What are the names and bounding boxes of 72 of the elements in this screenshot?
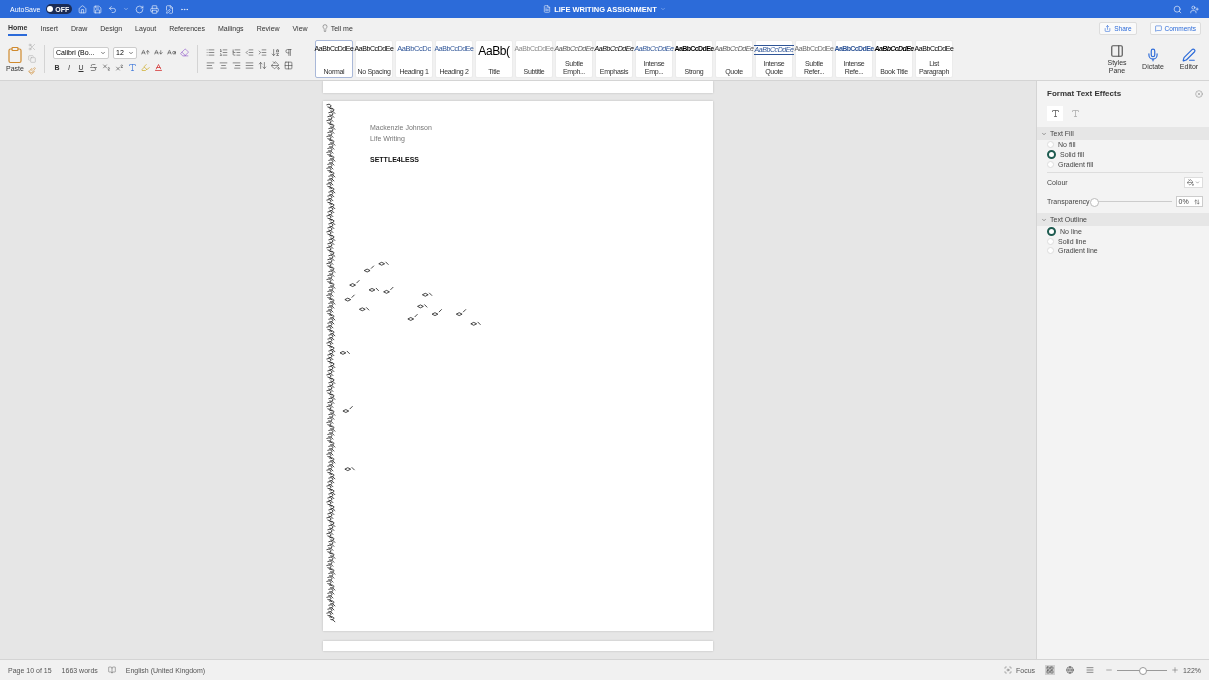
colour-picker[interactable] xyxy=(1184,177,1203,188)
edit-document-icon[interactable] xyxy=(165,4,175,14)
align-center-icon[interactable] xyxy=(219,61,228,70)
text-effects-icon[interactable] xyxy=(128,62,137,72)
home-icon[interactable] xyxy=(78,4,88,14)
zoom-thumb[interactable] xyxy=(1139,666,1148,675)
shrink-font-icon[interactable] xyxy=(154,48,163,57)
style-sample: AaBb( xyxy=(478,45,510,59)
font-colour-icon[interactable] xyxy=(154,62,163,72)
grid-icon xyxy=(1046,666,1055,674)
share-icon xyxy=(1104,24,1112,32)
paint-bucket-icon xyxy=(1187,179,1194,186)
globe-icon xyxy=(1066,666,1075,674)
redo-icon[interactable] xyxy=(135,4,145,14)
clear-format-icon[interactable] xyxy=(180,48,189,57)
shading-icon[interactable] xyxy=(271,61,280,70)
letter-icon xyxy=(1070,109,1080,118)
save-icon[interactable] xyxy=(93,4,103,14)
comment-icon xyxy=(1154,24,1162,32)
chevron-down-icon xyxy=(1041,216,1047,223)
letter-icon xyxy=(1050,109,1060,118)
chevron-down-icon[interactable] xyxy=(123,6,130,12)
increase-indent-icon[interactable] xyxy=(258,48,267,57)
decrease-indent-icon[interactable] xyxy=(245,48,254,57)
change-case-icon[interactable] xyxy=(167,48,176,57)
multilevel-list-icon[interactable] xyxy=(232,48,241,57)
sort-icon[interactable] xyxy=(271,48,280,57)
print-layout-button[interactable] xyxy=(1045,665,1056,675)
lines-icon xyxy=(1086,666,1095,674)
close-icon[interactable] xyxy=(1195,89,1203,98)
stepper-icon[interactable] xyxy=(1194,198,1200,205)
chevron-down-icon[interactable] xyxy=(100,49,106,56)
plus-icon[interactable] xyxy=(1171,666,1180,674)
chevron-down-icon xyxy=(1195,180,1200,185)
chevron-down-icon[interactable] xyxy=(659,6,666,12)
search-icon[interactable] xyxy=(1173,4,1182,14)
radio-button[interactable] xyxy=(1047,150,1056,159)
web-layout-button[interactable] xyxy=(1065,665,1076,675)
align-right-icon[interactable] xyxy=(232,61,241,70)
chevron-down-icon[interactable] xyxy=(128,49,134,56)
chevron-down-icon xyxy=(1041,130,1047,137)
grow-font-icon[interactable] xyxy=(141,48,150,57)
slider-thumb[interactable] xyxy=(1089,198,1099,207)
print-icon[interactable] xyxy=(150,4,160,14)
justify-icon[interactable] xyxy=(245,61,254,70)
numbering-icon[interactable] xyxy=(219,48,228,57)
focus-icon[interactable] xyxy=(1004,666,1013,674)
bullets-icon[interactable] xyxy=(206,48,215,57)
undo-icon[interactable] xyxy=(108,4,118,14)
highlighter-icon[interactable] xyxy=(141,62,150,72)
pilcrow-icon[interactable] xyxy=(284,48,293,57)
minus-icon[interactable] xyxy=(1105,666,1114,674)
pen-icon xyxy=(1182,47,1196,62)
radio-button[interactable] xyxy=(1047,227,1056,236)
line-spacing-icon[interactable] xyxy=(258,61,267,70)
proofing-icon[interactable] xyxy=(107,666,116,674)
borders-icon[interactable] xyxy=(284,61,293,70)
fill-tab[interactable] xyxy=(1047,106,1063,121)
strikethrough-icon[interactable] xyxy=(89,62,98,72)
subscript-icon[interactable] xyxy=(102,62,111,72)
superscript-icon[interactable] xyxy=(115,62,124,72)
outline-view-button[interactable] xyxy=(1085,665,1096,675)
person-icon[interactable] xyxy=(1190,4,1199,14)
scissors-icon[interactable] xyxy=(28,43,36,51)
align-left-icon[interactable] xyxy=(206,61,215,70)
clipboard-icon[interactable] xyxy=(6,45,24,64)
document-icon xyxy=(543,5,552,13)
brush-icon[interactable] xyxy=(28,67,36,75)
panel-icon xyxy=(1110,44,1124,59)
microphone-icon xyxy=(1146,47,1160,62)
pane-title: Format Text Effects xyxy=(1047,89,1122,98)
lightbulb-icon xyxy=(320,24,329,32)
